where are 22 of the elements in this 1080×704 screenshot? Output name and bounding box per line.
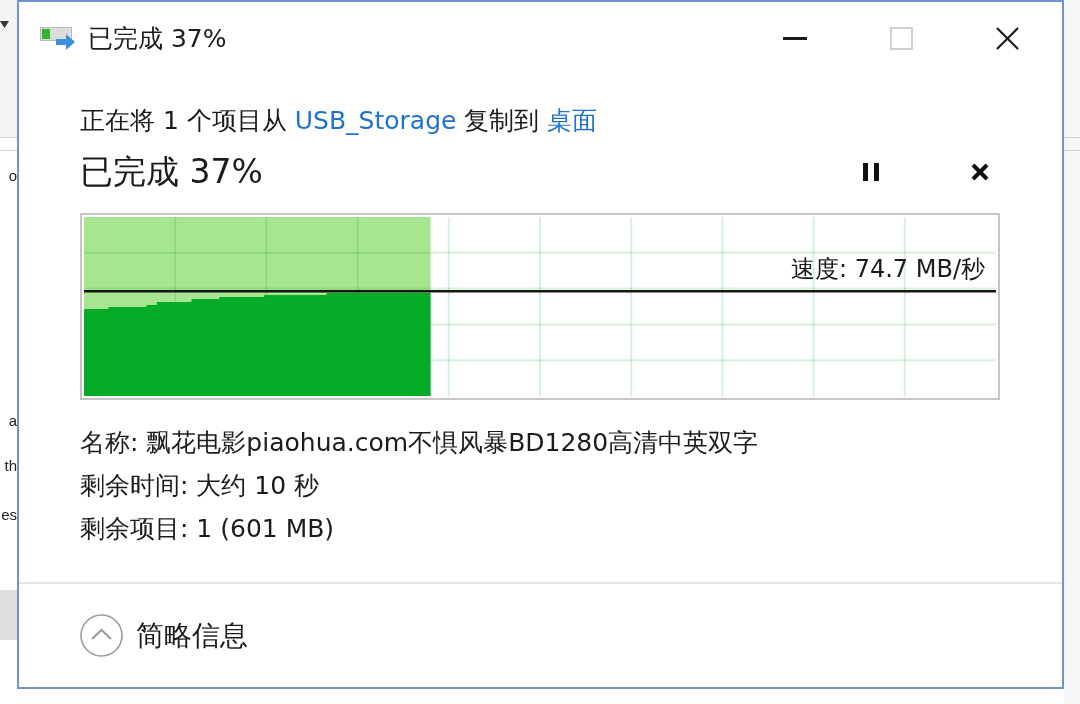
caret-icon — [0, 21, 9, 28]
detail-line: 名称: 飘花电影piaohua.com不惧风暴BD1280高清中英双字 — [80, 427, 760, 459]
row-highlight — [0, 590, 17, 640]
pause-icon — [863, 163, 879, 181]
detail-line: 剩余项目: 1 (601 MB) — [80, 513, 336, 545]
detail-line: 剩余时间: 大约 10 秒 — [80, 470, 321, 502]
cancel-icon — [971, 163, 989, 181]
speed-label: 速度: 74.7 MB/秒 — [790, 254, 985, 284]
close-icon — [995, 27, 1019, 50]
file-transfer-icon — [40, 27, 75, 50]
details-toggle[interactable]: 简略信息 — [80, 614, 248, 657]
location-link[interactable]: 桌面 — [547, 106, 598, 135]
location-link[interactable]: USB_Storage — [294, 106, 457, 135]
background-text: a — [8, 411, 17, 431]
progress-status: 已完成 37% — [80, 151, 264, 193]
background-text: o — [8, 166, 17, 186]
background-text: es — [1, 505, 17, 525]
window-title: 已完成 37% — [88, 22, 227, 55]
maximize-icon — [889, 27, 913, 50]
minimize-icon — [783, 37, 807, 40]
background-text: th — [4, 456, 17, 476]
copy-description: 正在将 1 个项目从 USB_Storage 复制到 桌面 — [80, 105, 599, 137]
